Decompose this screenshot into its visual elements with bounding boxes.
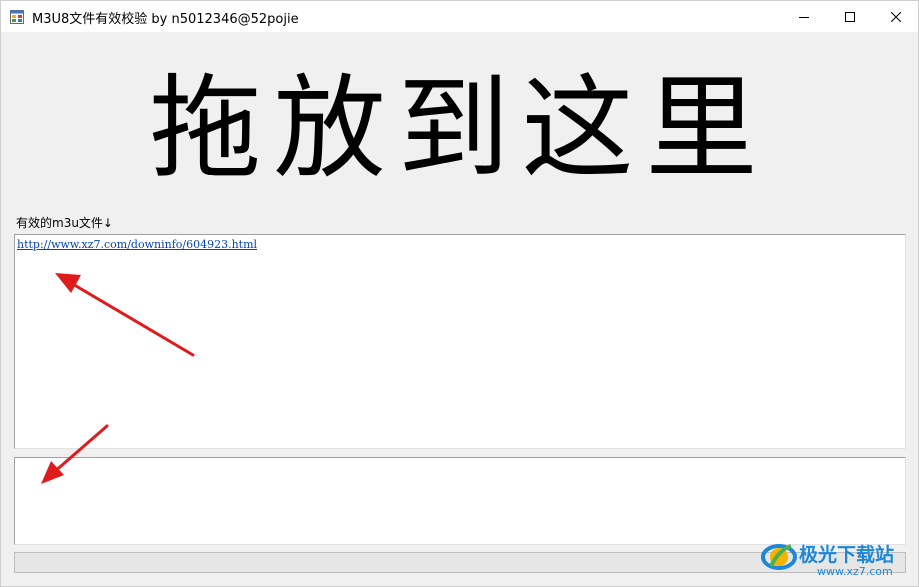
- minimize-icon: [799, 12, 809, 22]
- watermark: 极光下载站 www.xz7.com: [759, 534, 917, 584]
- drop-zone-label[interactable]: 拖放到这里: [1, 59, 918, 199]
- watermark-url: www.xz7.com: [817, 565, 893, 578]
- close-button[interactable]: [873, 1, 919, 32]
- valid-file-link[interactable]: http://www.xz7.com/downinfo/604923.html: [17, 238, 257, 251]
- maximize-icon: [845, 11, 855, 22]
- watermark-name: 极光下载站: [799, 544, 895, 566]
- close-icon: [891, 11, 901, 22]
- watermark-logo: [759, 536, 799, 576]
- valid-files-list[interactable]: http://www.xz7.com/downinfo/604923.html: [14, 234, 906, 449]
- log-output-box[interactable]: [14, 457, 906, 545]
- app-window: M3U8文件有效校验 by n5012346@52pojie 拖放到这里 有效的…: [0, 0, 919, 587]
- window-title: M3U8文件有效校验 by n5012346@52pojie: [32, 12, 299, 27]
- title-bar[interactable]: M3U8文件有效校验 by n5012346@52pojie: [1, 1, 918, 32]
- minimize-button[interactable]: [781, 1, 827, 32]
- maximize-button[interactable]: [827, 1, 873, 32]
- valid-files-label: 有效的m3u文件↓: [16, 216, 113, 230]
- app-window-icon: [10, 9, 24, 24]
